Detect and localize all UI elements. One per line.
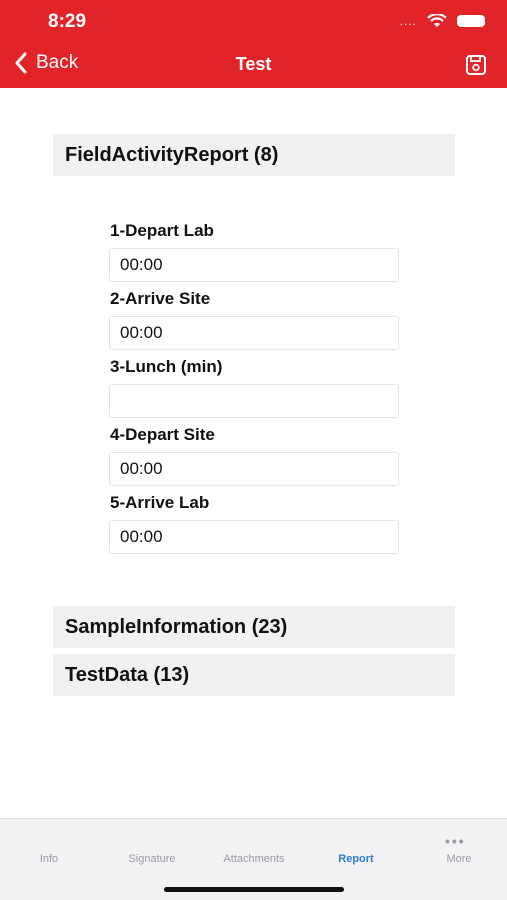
section-title: TestData (13) — [65, 663, 190, 686]
section-field-activity-report[interactable]: FieldActivityReport (8) — [53, 134, 455, 176]
tab-info[interactable]: Info — [0, 853, 99, 865]
field-label-depart-lab: 1-Depart Lab — [110, 221, 214, 240]
field-label-arrive-lab: 5-Arrive Lab — [110, 493, 210, 512]
save-icon[interactable] — [465, 54, 487, 76]
lunch-input[interactable] — [109, 384, 399, 418]
tab-attachments[interactable]: Attachments — [204, 853, 304, 865]
arrive-lab-input[interactable] — [109, 520, 399, 554]
more-icon: ••• — [445, 833, 466, 849]
page-title: Test — [235, 54, 272, 74]
cellular-signal-icon: .... — [399, 14, 417, 28]
wifi-icon — [427, 14, 447, 27]
section-title: FieldActivityReport (8) — [65, 143, 279, 166]
arrive-site-input[interactable] — [109, 316, 399, 350]
home-indicator — [164, 887, 344, 892]
depart-site-input[interactable] — [109, 452, 399, 486]
section-title: SampleInformation (23) — [65, 615, 288, 638]
section-test-data[interactable]: TestData (13) — [53, 654, 455, 696]
depart-lab-input[interactable] — [109, 248, 399, 282]
battery-icon — [457, 15, 485, 27]
tab-more[interactable]: More — [409, 853, 507, 865]
status-time: 8:29 — [48, 11, 87, 32]
field-label-lunch: 3-Lunch (min) — [110, 357, 223, 376]
tab-report[interactable]: Report — [306, 853, 406, 865]
field-label-arrive-site: 2-Arrive Site — [110, 289, 211, 308]
status-icons: .... — [400, 14, 485, 28]
field-label-depart-site: 4-Depart Site — [110, 425, 215, 444]
tab-signature[interactable]: Signature — [102, 853, 202, 865]
screen: 8:29 .... Back Test FieldActivityReport … — [0, 0, 507, 900]
header-bar: 8:29 .... Back Test — [0, 0, 507, 88]
section-sample-information[interactable]: SampleInformation (23) — [53, 606, 455, 648]
